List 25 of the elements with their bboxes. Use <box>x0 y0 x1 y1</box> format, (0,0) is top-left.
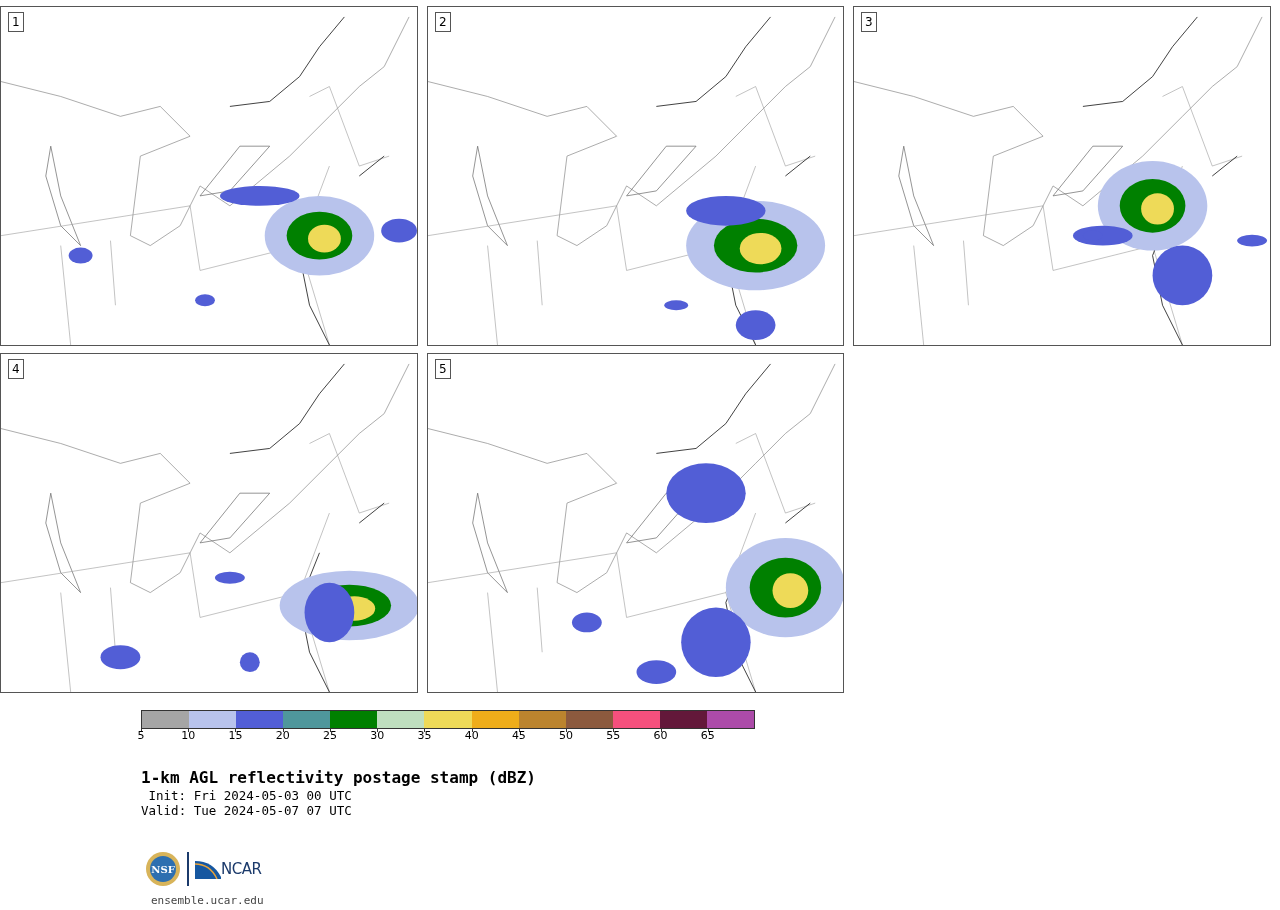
tick-label: 50 <box>559 730 574 741</box>
tick-label: 15 <box>228 730 243 741</box>
chart-title: 1-km AGL reflectivity postage stamp (dBZ) <box>141 769 536 787</box>
tick-label: 20 <box>275 730 290 741</box>
panel-number: 1 <box>8 12 24 32</box>
logo-wordmark: NCAR <box>221 858 262 880</box>
tick-label: 30 <box>370 730 385 741</box>
tick-label: 40 <box>464 730 479 741</box>
emblem-logo: NSF <box>145 851 181 887</box>
tick-label: 5 <box>137 730 145 741</box>
panel-number: 2 <box>435 12 451 32</box>
tick-label: 55 <box>606 730 621 741</box>
panel-number: 4 <box>8 359 24 379</box>
tick-label: 45 <box>511 730 526 741</box>
tick-label: 60 <box>653 730 668 741</box>
panel-number: 3 <box>861 12 877 32</box>
init-time: Init: Fri 2024-05-03 00 UTC <box>147 788 352 803</box>
tick-label: 35 <box>417 730 432 741</box>
valid-time: Valid: Tue 2024-05-07 07 UTC <box>141 803 352 818</box>
site-url: ensemble.ucar.edu <box>151 894 264 907</box>
panel-number: 5 <box>435 359 451 379</box>
tick-label: 25 <box>322 730 337 741</box>
arc-logo-icon <box>195 859 221 879</box>
tick-label: 65 <box>700 730 715 741</box>
tick-label: 10 <box>181 730 196 741</box>
